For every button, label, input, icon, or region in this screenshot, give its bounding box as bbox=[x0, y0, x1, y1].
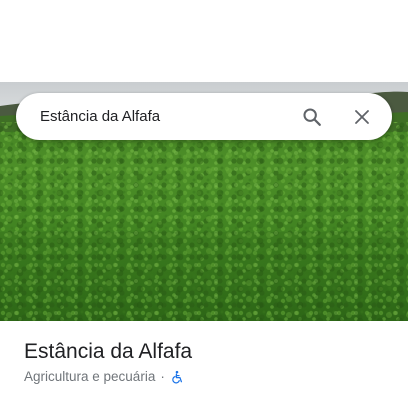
place-info: Estância da Alfafa Agricultura e pecuári… bbox=[24, 338, 392, 387]
wheelchair-accessible-icon bbox=[170, 370, 184, 384]
search-bar[interactable]: Estância da Alfafa bbox=[16, 93, 392, 140]
search-input[interactable]: Estância da Alfafa bbox=[40, 108, 292, 125]
place-category: Agricultura e pecuária bbox=[24, 369, 156, 384]
close-icon bbox=[355, 109, 369, 124]
place-title: Estância da Alfafa bbox=[24, 340, 193, 363]
close-button[interactable] bbox=[342, 97, 382, 137]
separator-dot: · bbox=[160, 369, 165, 384]
place-subtitle: Agricultura e pecuária · bbox=[24, 367, 392, 387]
search-button[interactable] bbox=[292, 97, 332, 137]
search-icon bbox=[303, 107, 321, 126]
top-blank-area bbox=[0, 0, 408, 82]
